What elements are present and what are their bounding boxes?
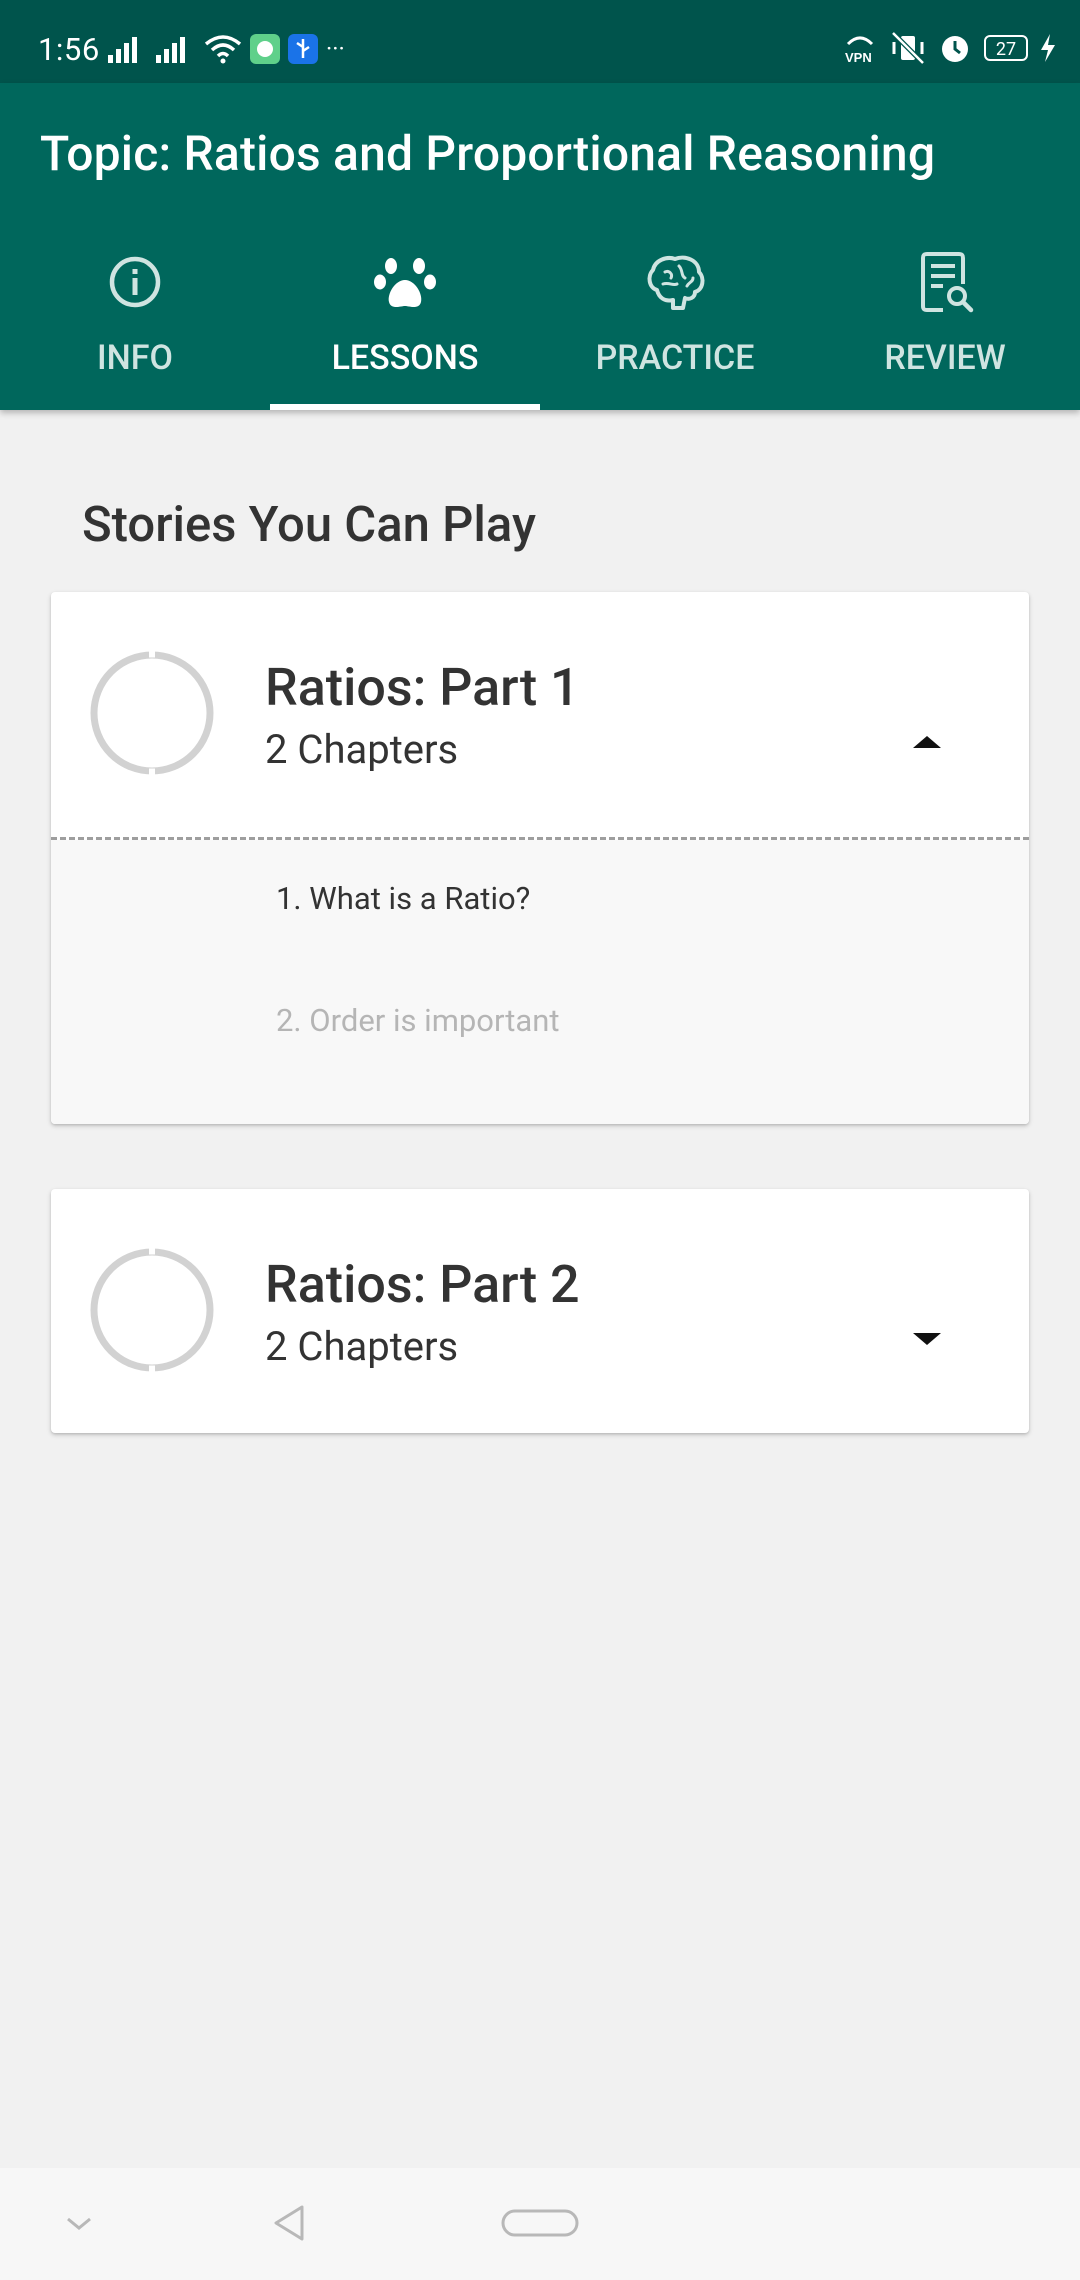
tab-indicator (270, 404, 540, 410)
story-progress-ring (90, 1247, 214, 1373)
hide-nav-chevron-icon[interactable] (66, 2216, 92, 2232)
section-title: Stories You Can Play (82, 496, 536, 553)
chapter-list: 1. What is a Ratio? 2. Order is importan… (51, 840, 1029, 1124)
status-left-icons: ··· (108, 31, 345, 67)
story-chapter-count: 2 Chapters (265, 1323, 459, 1370)
vpn-icon: VPN (845, 36, 874, 65)
tab-label: PRACTICE (595, 338, 755, 378)
tab-practice[interactable]: PRACTICE (540, 238, 810, 410)
review-document-icon (921, 252, 974, 313)
brain-icon (647, 255, 705, 310)
story-card: Ratios: Part 1 2 Chapters 1. What is a R… (51, 592, 1029, 1124)
app-notification-icon (250, 34, 280, 64)
alarm-icon (942, 36, 968, 62)
status-right-icons: VPN 27 (842, 28, 1056, 68)
tab-bar: INFO LESSONS PRACTICE REVIEW (0, 238, 1080, 410)
tab-review[interactable]: REVIEW (810, 238, 1080, 410)
vibrate-off-icon (891, 31, 925, 65)
story-progress-ring (90, 650, 214, 776)
charging-icon (1041, 34, 1055, 62)
system-nav-bar (0, 2168, 1080, 2280)
signal-icon (156, 37, 185, 63)
chevron-down-icon[interactable] (911, 1329, 943, 1349)
status-bar: 1:56 ··· VPN 27 (0, 0, 1080, 83)
story-title[interactable]: Ratios: Part 2 (265, 1254, 580, 1315)
app-bar: Topic: Ratios and Proportional Reasoning… (0, 83, 1080, 410)
status-time: 1:56 (38, 31, 100, 68)
story-chapter-count: 2 Chapters (265, 726, 459, 773)
usb-icon (288, 34, 318, 64)
info-icon (109, 256, 161, 308)
tab-info[interactable]: INFO (0, 238, 270, 410)
chevron-up-icon[interactable] (911, 732, 943, 752)
back-icon[interactable] (272, 2204, 306, 2242)
story-title[interactable]: Ratios: Part 1 (265, 657, 580, 718)
chapter-item-1[interactable]: 1. What is a Ratio? (276, 880, 530, 917)
more-icon: ··· (326, 35, 345, 63)
battery-icon: 27 (984, 35, 1028, 61)
signal-icon (108, 37, 137, 63)
paw-icon (374, 258, 436, 307)
tab-lessons[interactable]: LESSONS (270, 238, 540, 410)
tab-label: LESSONS (331, 338, 479, 378)
svg-text:VPN: VPN (845, 50, 872, 65)
home-pill-icon[interactable] (501, 2208, 579, 2238)
story-card[interactable]: Ratios: Part 2 2 Chapters (51, 1189, 1029, 1433)
tab-label: INFO (97, 338, 173, 378)
chapter-item-2: 2. Order is important (276, 1002, 560, 1039)
tab-label: REVIEW (884, 338, 1006, 378)
page-title: Topic: Ratios and Proportional Reasoning (40, 125, 936, 182)
wifi-icon (204, 35, 242, 64)
